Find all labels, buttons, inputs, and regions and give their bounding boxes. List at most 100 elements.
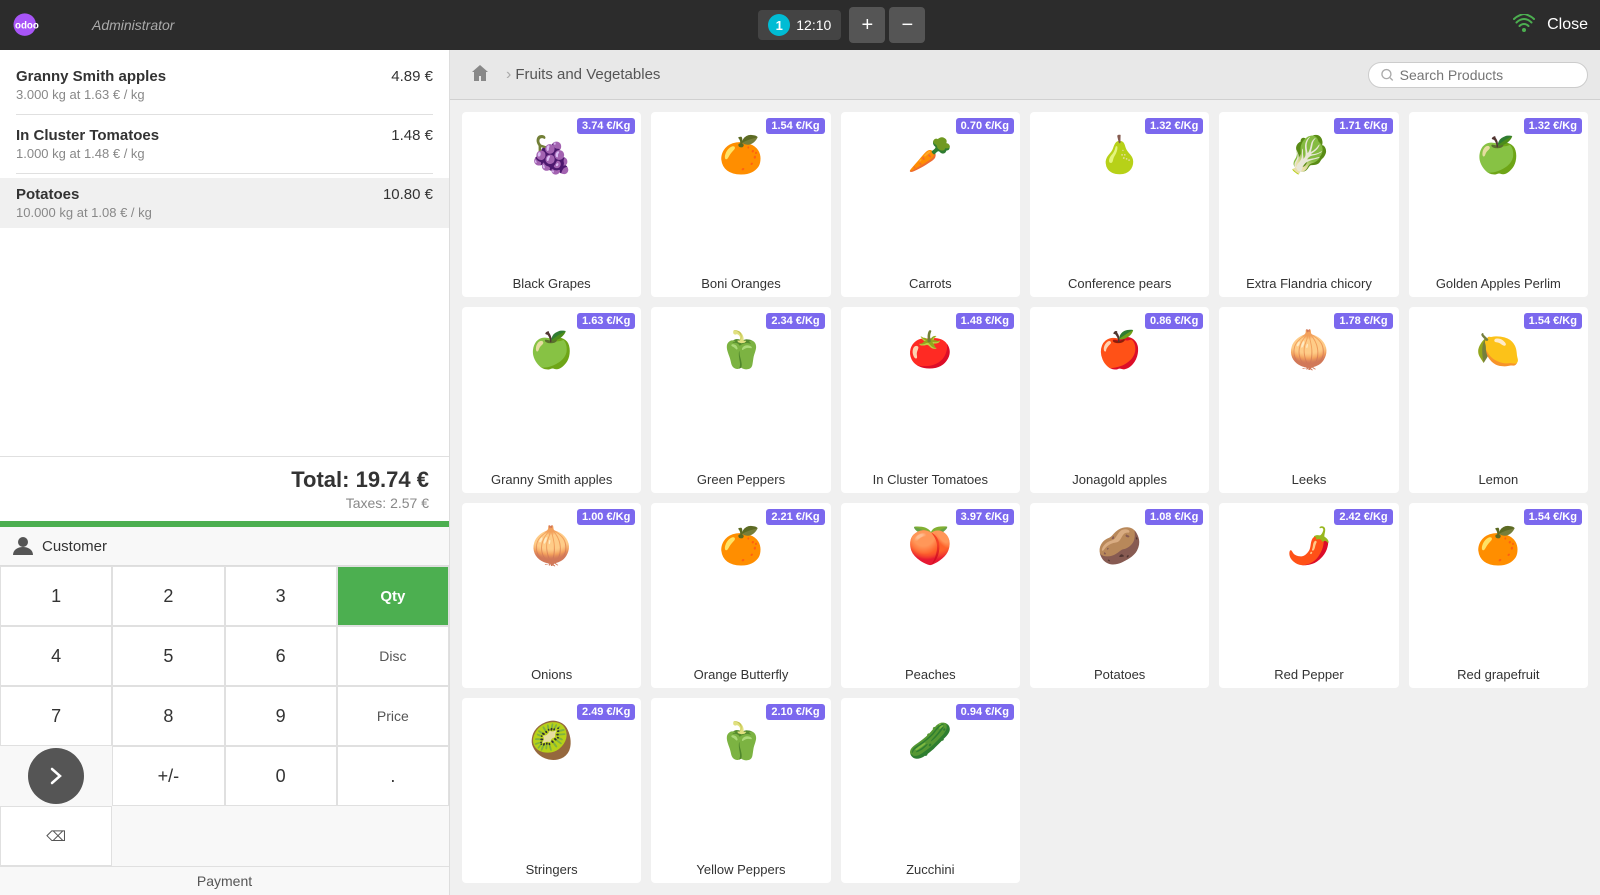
- remove-order-button[interactable]: −: [889, 7, 925, 43]
- price-badge: 1.78 €/Kg: [1334, 313, 1392, 329]
- product-card[interactable]: 2.21 €/Kg 🍊 Orange Butterfly: [651, 503, 830, 688]
- product-card[interactable]: 0.70 €/Kg 🥕 Carrots: [841, 112, 1020, 297]
- product-card[interactable]: 1.54 €/Kg 🍊 Red grapefruit: [1409, 503, 1588, 688]
- product-card[interactable]: 2.49 €/Kg 🥝 Stringers: [462, 698, 641, 883]
- product-card[interactable]: 1.00 €/Kg 🧅 Onions: [462, 503, 641, 688]
- price-badge: 2.10 €/Kg: [766, 704, 824, 720]
- backspace-button[interactable]: ⌫: [0, 806, 112, 866]
- product-card[interactable]: 1.32 €/Kg 🍐 Conference pears: [1030, 112, 1209, 297]
- product-card[interactable]: 1.71 €/Kg 🥬 Extra Flandria chicory: [1219, 112, 1398, 297]
- product-emoji: 🧅: [1287, 329, 1332, 371]
- price-badge: 1.08 €/Kg: [1145, 509, 1203, 525]
- order-item[interactable]: Potatoes 10.80 € 10.000 kg at 1.08 € / k…: [0, 178, 449, 228]
- price-badge: 1.32 €/Kg: [1524, 118, 1582, 134]
- product-emoji: 🍏: [1476, 134, 1521, 176]
- product-card[interactable]: 0.86 €/Kg 🍎 Jonagold apples: [1030, 307, 1209, 492]
- home-icon: [470, 63, 490, 83]
- product-emoji: 🥝: [529, 720, 574, 762]
- key-0[interactable]: 0: [225, 746, 337, 806]
- key-5[interactable]: 5: [112, 626, 224, 686]
- close-button[interactable]: Close: [1547, 16, 1588, 34]
- product-name: Extra Flandria chicory: [1246, 276, 1372, 291]
- customer-button[interactable]: Customer: [12, 535, 437, 557]
- price-badge: 0.70 €/Kg: [956, 118, 1014, 134]
- payment-circle-cell[interactable]: [0, 746, 112, 806]
- price-badge: 0.94 €/Kg: [956, 704, 1014, 720]
- product-emoji: 🧅: [529, 525, 574, 567]
- product-emoji: 🍇: [529, 134, 574, 176]
- product-name: Onions: [531, 667, 572, 682]
- product-card[interactable]: 1.54 €/Kg 🍋 Lemon: [1409, 307, 1588, 492]
- chevron-right-icon: [47, 767, 65, 785]
- price-badge: 2.42 €/Kg: [1334, 509, 1392, 525]
- add-order-button[interactable]: +: [849, 7, 885, 43]
- home-button[interactable]: [462, 59, 498, 90]
- topbar: odoo Administrator 1 12:10 + − Close: [0, 0, 1600, 50]
- product-name: Granny Smith apples: [491, 472, 612, 487]
- disc-button[interactable]: Disc: [337, 626, 449, 686]
- order-number: 1: [768, 14, 790, 36]
- breadcrumb-separator: ›: [506, 66, 511, 84]
- total-amount: Total: 19.74 €: [20, 467, 429, 493]
- key-9[interactable]: 9: [225, 686, 337, 746]
- product-name: Jonagold apples: [1072, 472, 1167, 487]
- product-emoji: 🥒: [908, 720, 953, 762]
- logo: odoo: [12, 10, 72, 40]
- product-name: In Cluster Tomatoes: [873, 472, 988, 487]
- key-6[interactable]: 6: [225, 626, 337, 686]
- price-badge: 3.74 €/Kg: [577, 118, 635, 134]
- numpad-area: Customer 1 2 3 Qty 4 5 6 Disc 7 8 9 Pric…: [0, 527, 449, 895]
- product-name: Stringers: [526, 862, 578, 877]
- left-panel: Granny Smith apples 4.89 € 3.000 kg at 1…: [0, 50, 450, 895]
- product-card[interactable]: 1.78 €/Kg 🧅 Leeks: [1219, 307, 1398, 492]
- product-card[interactable]: 1.54 €/Kg 🍊 Boni Oranges: [651, 112, 830, 297]
- numpad-top: Customer: [0, 527, 449, 566]
- product-name: Green Peppers: [697, 472, 785, 487]
- product-emoji: 🌶️: [1287, 525, 1332, 567]
- product-card[interactable]: 3.74 €/Kg 🍇 Black Grapes: [462, 112, 641, 297]
- product-card[interactable]: 2.10 €/Kg 🫑 Yellow Peppers: [651, 698, 830, 883]
- admin-label: Administrator: [92, 17, 174, 33]
- product-card[interactable]: 1.63 €/Kg 🍏 Granny Smith apples: [462, 307, 641, 492]
- right-panel: › Fruits and Vegetables 3.74 €/Kg 🍇 Blac…: [450, 50, 1600, 895]
- key-8[interactable]: 8: [112, 686, 224, 746]
- product-name: Boni Oranges: [701, 276, 781, 291]
- product-card[interactable]: 1.48 €/Kg 🍅 In Cluster Tomatoes: [841, 307, 1020, 492]
- item-detail: 3.000 kg at 1.63 € / kg: [16, 87, 433, 102]
- order-item[interactable]: In Cluster Tomatoes 1.48 € 1.000 kg at 1…: [0, 119, 449, 169]
- product-name: Carrots: [909, 276, 952, 291]
- key-4[interactable]: 4: [0, 626, 112, 686]
- key-dot[interactable]: .: [337, 746, 449, 806]
- price-badge: 2.49 €/Kg: [577, 704, 635, 720]
- product-card[interactable]: 1.08 €/Kg 🥔 Potatoes: [1030, 503, 1209, 688]
- search-input[interactable]: [1400, 67, 1575, 83]
- product-emoji: 🍐: [1097, 134, 1142, 176]
- qty-button[interactable]: Qty: [337, 566, 449, 626]
- product-card[interactable]: 3.97 €/Kg 🍑 Peaches: [841, 503, 1020, 688]
- price-badge: 1.54 €/Kg: [1524, 313, 1582, 329]
- key-7[interactable]: 7: [0, 686, 112, 746]
- order-divider: [16, 173, 433, 174]
- product-emoji: 🍏: [529, 329, 574, 371]
- item-name: In Cluster Tomatoes: [16, 127, 159, 144]
- product-emoji: 🍎: [1097, 329, 1142, 371]
- order-item[interactable]: Granny Smith apples 4.89 € 3.000 kg at 1…: [0, 60, 449, 110]
- main-layout: Granny Smith apples 4.89 € 3.000 kg at 1…: [0, 50, 1600, 895]
- product-card[interactable]: 2.42 €/Kg 🌶️ Red Pepper: [1219, 503, 1398, 688]
- product-emoji: 🥬: [1287, 134, 1332, 176]
- key-2[interactable]: 2: [112, 566, 224, 626]
- product-card[interactable]: 2.34 €/Kg 🫑 Green Peppers: [651, 307, 830, 492]
- product-grid: 3.74 €/Kg 🍇 Black Grapes 1.54 €/Kg 🍊 Bon…: [450, 100, 1600, 895]
- key-3[interactable]: 3: [225, 566, 337, 626]
- product-card[interactable]: 1.32 €/Kg 🍏 Golden Apples Perlim: [1409, 112, 1588, 297]
- price-badge: 1.00 €/Kg: [577, 509, 635, 525]
- price-badge: 1.48 €/Kg: [956, 313, 1014, 329]
- product-card[interactable]: 0.94 €/Kg 🥒 Zucchini: [841, 698, 1020, 883]
- breadcrumb-category: Fruits and Vegetables: [515, 66, 660, 83]
- product-emoji: 🥔: [1097, 525, 1142, 567]
- payment-button[interactable]: [28, 748, 84, 804]
- price-button[interactable]: Price: [337, 686, 449, 746]
- key-plusminus[interactable]: +/-: [112, 746, 224, 806]
- product-emoji: 🍊: [719, 525, 764, 567]
- key-1[interactable]: 1: [0, 566, 112, 626]
